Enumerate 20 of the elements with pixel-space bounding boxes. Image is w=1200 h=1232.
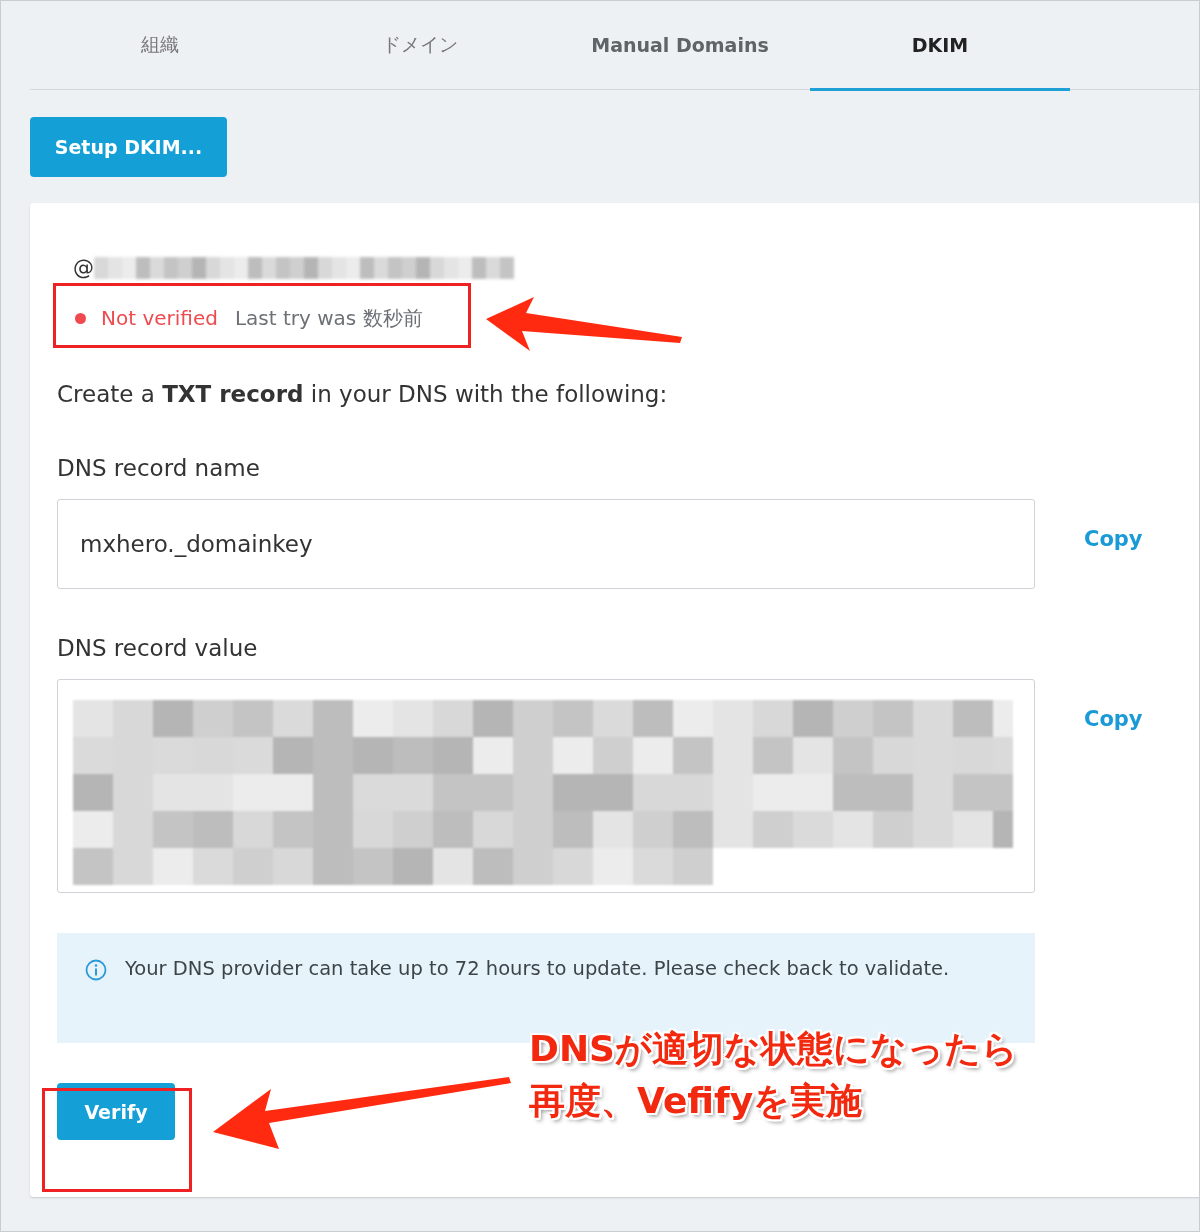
copy-link[interactable]: Copy xyxy=(1084,707,1143,731)
domain-prefix: @ xyxy=(73,256,94,280)
dns-value-field[interactable] xyxy=(57,679,1035,893)
info-text: Your DNS provider can take up to 72 hours to update. Please check back to validate. xyxy=(125,956,951,982)
setup-dkim-button[interactable]: Setup DKIM... xyxy=(30,117,227,177)
info-icon xyxy=(85,959,107,981)
instruction-text: Create a TXT record in your DNS with the following: xyxy=(57,381,669,407)
tab[interactable]: Manual Domains xyxy=(550,1,810,91)
field-label: DNS record name xyxy=(57,455,261,481)
tab[interactable]: 組織 xyxy=(30,1,290,91)
field-label: DNS record value xyxy=(57,635,259,661)
status-label: Not verified xyxy=(101,306,218,330)
last-try-text: Last try was 数秒前 xyxy=(234,304,423,332)
tab[interactable]: DKIM xyxy=(810,1,1070,91)
annotation-text: 再度、Vefifyを実施 xyxy=(529,1079,864,1123)
tab[interactable]: ドメイン xyxy=(290,1,550,91)
annotation-text: DNSが適切な状態になったら xyxy=(529,1027,1018,1071)
copy-link[interactable]: Copy xyxy=(1084,527,1143,551)
dns-name-field[interactable]: mxhero._domainkey xyxy=(57,499,1035,589)
verify-button[interactable]: Verify xyxy=(57,1083,175,1140)
